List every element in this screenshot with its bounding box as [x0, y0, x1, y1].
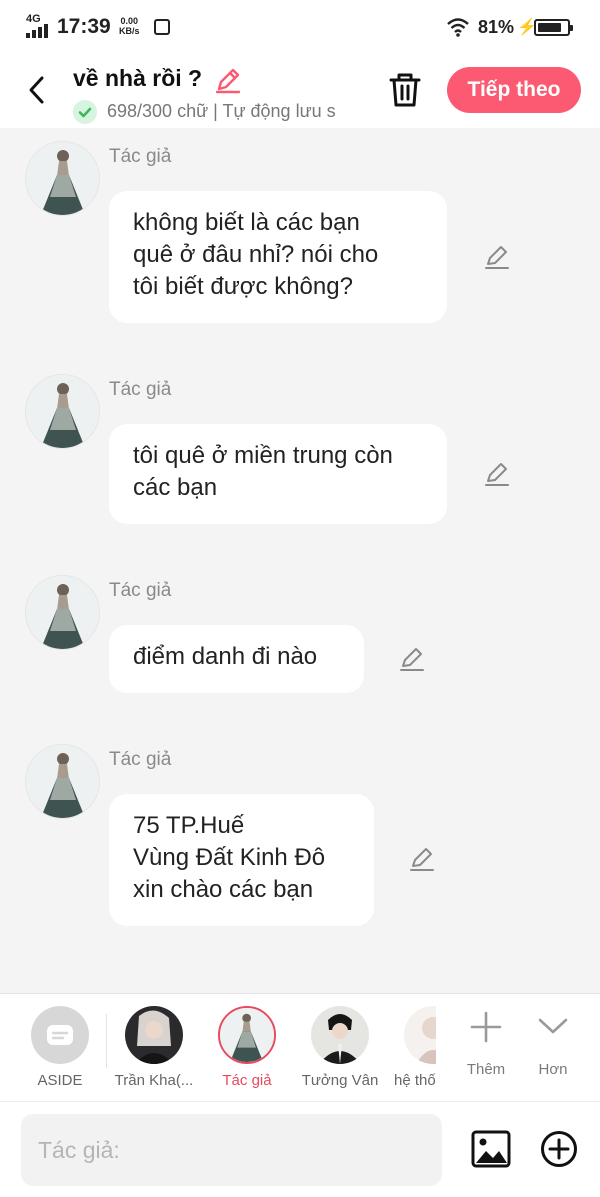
author-name: Tác giả	[109, 749, 172, 770]
character-label: Tưởng Vân	[301, 1072, 379, 1089]
back-icon[interactable]	[22, 72, 52, 108]
speed-value: 0.00	[120, 16, 139, 26]
author-name: Tác giả	[109, 580, 172, 601]
speed-unit: KB/s	[119, 26, 140, 36]
next-button[interactable]: Tiếp theo	[447, 67, 581, 113]
aside-avatar	[31, 1006, 89, 1064]
message-bubble[interactable]: 75 TP.Huế Vùng Đất Kinh Đô xin chào các …	[109, 794, 374, 926]
expand-label: Hơn	[538, 1061, 568, 1078]
edit-title-icon[interactable]	[214, 66, 242, 94]
character-aside[interactable]: ASIDE	[17, 994, 103, 1102]
author-avatar[interactable]	[25, 575, 100, 650]
avatar-image	[311, 1006, 369, 1064]
battery-icon	[534, 19, 573, 36]
chevron-down-icon	[538, 1018, 568, 1034]
battery-percent: 81%	[478, 17, 515, 37]
author-avatar[interactable]	[25, 374, 100, 449]
message-bubble[interactable]: tôi quê ở miền trung còn các bạn	[109, 424, 447, 524]
message-line: quê ở đâu nhỉ? nói cho	[133, 241, 379, 268]
plus-icon	[470, 1011, 502, 1043]
message-line: tôi biết được không?	[133, 273, 353, 300]
app-notification-icon	[154, 19, 170, 35]
message-bubble[interactable]: điểm danh đi nào	[109, 625, 364, 693]
check-icon	[73, 100, 97, 124]
avatar-image	[125, 1006, 183, 1064]
image-icon[interactable]	[471, 1130, 511, 1168]
character-label: ASIDE	[37, 1072, 83, 1089]
character-tac-gia[interactable]: Tác giả	[204, 994, 290, 1102]
message-line: xin chào các bạn	[133, 876, 314, 903]
battery-fill	[538, 23, 561, 32]
character-tran-kha[interactable]: Trần Kha(...	[111, 994, 197, 1102]
composer	[0, 1101, 600, 1197]
author-name: Tác giả	[109, 379, 172, 400]
word-count-text: 698/300 chữ | Tự động lưu s	[107, 101, 336, 121]
message-line: không biết là các bạn	[133, 209, 360, 236]
character-label: Tác giả	[222, 1072, 272, 1089]
avatar-image	[404, 1006, 436, 1064]
author-name: Tác giả	[109, 146, 172, 167]
edit-message-icon[interactable]	[483, 243, 511, 271]
character-he-thong[interactable]: hệ thố	[390, 994, 436, 1102]
message-bubble[interactable]: không biết là các bạn quê ở đâu nhỉ? nói…	[109, 191, 447, 323]
message-line: các bạn	[133, 474, 218, 501]
network-speed: 0.00 KB/s	[119, 16, 140, 36]
character-avatar	[404, 1006, 436, 1064]
story-title[interactable]: về nhà rồi ?	[73, 65, 202, 92]
chat-message: Tác giả điểm danh đi nào	[0, 562, 600, 702]
character-tuong-van[interactable]: Tưởng Vân	[297, 994, 383, 1102]
avatar-image	[26, 142, 99, 215]
avatar-image	[26, 375, 99, 448]
status-bar: 4G 17:39 0.00 KB/s 81% ⚡	[0, 0, 600, 56]
divider	[106, 1014, 107, 1068]
character-label: hệ thố	[394, 1072, 436, 1089]
message-input[interactable]	[21, 1114, 442, 1186]
message-line: tôi quê ở miền trung còn	[133, 442, 393, 469]
character-avatar	[125, 1006, 183, 1064]
avatar-image	[26, 576, 99, 649]
character-avatar	[311, 1006, 369, 1064]
wifi-icon	[447, 18, 469, 37]
chat-message: Tác giả tôi quê ở miền trung còn các bạn	[0, 361, 600, 531]
character-label: Trần Kha(...	[114, 1072, 194, 1089]
clock: 17:39	[57, 15, 111, 38]
avatar-image	[220, 1008, 274, 1062]
chat-list: Tác giả không biết là các bạn quê ở đâu …	[0, 128, 600, 993]
chat-message: Tác giả 75 TP.Huế Vùng Đất Kinh Đô xin c…	[0, 731, 600, 931]
editor-header: về nhà rồi ? 698/300 chữ | Tự động lưu s…	[0, 56, 600, 128]
avatar-image	[26, 745, 99, 818]
author-avatar[interactable]	[25, 141, 100, 216]
trash-icon[interactable]	[386, 70, 424, 110]
message-line: Vùng Đất Kinh Đô	[133, 844, 326, 871]
character-selector: ASIDE Trần Kha(... Tác giả Tưởng Vân hệ …	[0, 993, 600, 1102]
edit-message-icon[interactable]	[483, 460, 511, 488]
edit-message-icon[interactable]	[398, 645, 426, 673]
message-line: 75 TP.Huế	[133, 812, 245, 839]
expand-characters-button[interactable]: Hơn	[514, 994, 592, 1102]
signal-icon	[26, 24, 50, 38]
add-icon[interactable]	[540, 1130, 578, 1168]
narration-icon	[47, 1025, 73, 1045]
edit-message-icon[interactable]	[408, 845, 436, 873]
character-avatar-selected	[218, 1006, 276, 1064]
author-avatar[interactable]	[25, 744, 100, 819]
message-line: điểm danh đi nào	[133, 643, 318, 670]
chat-message: Tác giả không biết là các bạn quê ở đâu …	[0, 128, 600, 328]
word-count-status: 698/300 chữ | Tự động lưu s	[73, 100, 363, 124]
